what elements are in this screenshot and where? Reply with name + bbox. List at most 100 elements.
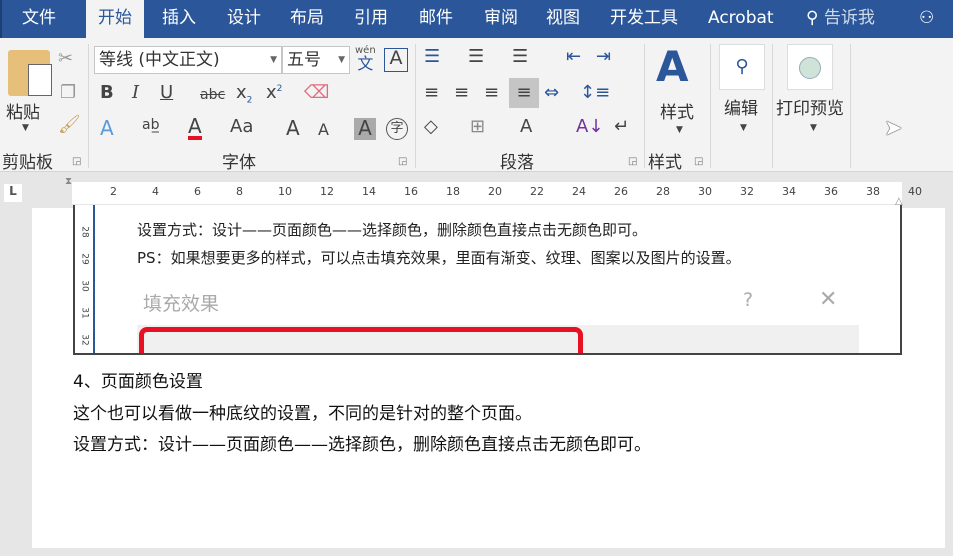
multilevel-list-icon[interactable]: ☰ [512, 48, 528, 66]
chevron-down-icon: ▼ [676, 125, 683, 135]
bullets-icon[interactable]: ☰ [424, 48, 440, 66]
distributed-icon[interactable]: ⇔ [544, 84, 559, 102]
tab-selector[interactable]: L [4, 184, 22, 202]
justify-icon[interactable]: ≡ [509, 78, 539, 108]
change-case-button[interactable]: Aa [230, 118, 253, 136]
ruler-number: 2 [110, 185, 117, 198]
character-shading-icon[interactable]: A [354, 118, 376, 140]
align-right-icon[interactable]: ≡ [484, 84, 499, 102]
dialog-launcher-icon[interactable]: ◲ [628, 156, 637, 167]
phonetic-guide-button[interactable]: wén 文 [355, 46, 376, 72]
subscript-icon[interactable]: x2 [236, 84, 252, 106]
vruler-number: 28 [79, 226, 90, 238]
group-label-font: 字体 [222, 153, 256, 173]
ruler-number: 16 [404, 185, 418, 198]
highlight-icon[interactable]: ab̲ [142, 118, 159, 132]
copy-icon[interactable]: ❐ [60, 84, 76, 102]
ruler-number: 32 [740, 185, 754, 198]
ribbon-tab-bar: 文件 开始 插入 设计 布局 引用 邮件 审阅 视图 开发工具 Acrobat … [0, 0, 953, 38]
tab-mailings[interactable]: 邮件 [407, 0, 465, 38]
italic-button[interactable]: I [132, 84, 139, 102]
tab-design[interactable]: 设计 [215, 0, 273, 38]
dialog-title: 填充效果 [143, 293, 220, 315]
embedded-screenshot: 28 29 30 31 32 设置方式：设计——页面颜色——选择颜色，删除颜色直接点击无… [73, 205, 902, 355]
underline-button[interactable]: U [160, 84, 173, 102]
paste-icon[interactable] [8, 50, 52, 96]
ruler-number: 4 [152, 185, 159, 198]
line-spacing-icon[interactable]: ↕≡ [580, 84, 610, 102]
shading-icon[interactable]: ◇ [424, 118, 438, 136]
borders-icon[interactable]: ⊞ [470, 118, 485, 136]
vruler-number: 29 [79, 253, 90, 265]
tab-developer[interactable]: 开发工具 [598, 0, 690, 38]
close-icon: ✕ [819, 287, 838, 312]
chevron-down-icon: ▼ [810, 123, 817, 133]
group-label-paragraph: 段落 [500, 153, 534, 173]
chevron-down-icon: ▼ [740, 123, 747, 133]
indent-marker[interactable]: ⧗ [65, 176, 72, 187]
heading-page-color: 4、页面颜色设置 [73, 372, 203, 392]
styles-button[interactable]: 样式 [660, 98, 694, 123]
chevron-down-icon: ▼ [22, 123, 29, 133]
enclose-characters-button[interactable]: 字 [386, 118, 408, 140]
vruler-number: 32 [79, 334, 90, 346]
dialog-launcher-icon[interactable]: ◲ [694, 156, 703, 167]
embedded-line-1: 设置方式：设计——页面颜色——选择颜色，删除颜色直接点击无颜色即可。 [137, 221, 648, 239]
ruler-number: 18 [446, 185, 460, 198]
strikethrough-button[interactable]: abc [200, 88, 225, 102]
tab-file[interactable]: 文件 [10, 0, 68, 38]
ruler-number: 8 [236, 185, 243, 198]
editing-button[interactable]: 编辑 [724, 94, 758, 119]
tab-review[interactable]: 审阅 [472, 0, 530, 38]
font-name-select[interactable]: 等线 (中文正文) ▼ [94, 46, 282, 74]
clear-formatting-icon[interactable]: ⌫ [304, 84, 329, 102]
tab-insert[interactable]: 插入 [150, 0, 208, 38]
ruler-number: 38 [866, 185, 880, 198]
tell-me-search[interactable]: ⚲ 告诉我 [794, 0, 887, 38]
paragraph-2: 设置方式：设计——页面颜色——选择颜色，删除颜色直接点击无颜色即可。 [73, 435, 651, 455]
print-preview-button[interactable]: 打印预览 [776, 94, 844, 119]
tab-layout[interactable]: 布局 [278, 0, 336, 38]
ruler-number: 26 [614, 185, 628, 198]
tab-acrobat[interactable]: Acrobat [696, 0, 786, 38]
ruler-number: 20 [488, 185, 502, 198]
ruler-number: 28 [656, 185, 670, 198]
asian-layout-icon[interactable]: A [520, 118, 532, 136]
print-preview-icon[interactable] [787, 44, 833, 90]
tab-view[interactable]: 视图 [534, 0, 592, 38]
format-painter-icon[interactable]: 🖌 [58, 116, 81, 134]
font-color-icon[interactable]: A [188, 116, 202, 140]
decrease-indent-icon[interactable]: ⇤ [566, 48, 581, 66]
shrink-font-icon[interactable]: A [318, 122, 329, 138]
show-marks-icon[interactable]: ↵ [614, 118, 629, 136]
align-left-icon[interactable]: ≡ [424, 84, 439, 102]
vruler-number: 30 [79, 280, 90, 292]
text-effects-icon[interactable]: A [100, 118, 114, 138]
paragraph-1: 这个也可以看做一种底纹的设置，不同的是针对的整个页面。 [73, 404, 532, 424]
tab-home[interactable]: 开始 [86, 0, 144, 38]
share-user-icon[interactable]: ⚇ [907, 0, 946, 38]
numbering-icon[interactable]: ☰ [468, 48, 484, 66]
ruler-number: 36 [824, 185, 838, 198]
tab-references[interactable]: 引用 [342, 0, 400, 38]
ruler-number: 34 [782, 185, 796, 198]
styles-icon[interactable]: A [656, 46, 689, 88]
ruler-number: 40 [908, 185, 922, 198]
superscript-icon[interactable]: x2 [266, 84, 282, 102]
find-icon[interactable]: ⚲ [719, 44, 765, 90]
font-size-select[interactable]: 五号 ▼ [282, 46, 350, 74]
paste-button[interactable]: 粘贴 [6, 98, 40, 123]
character-border-icon[interactable]: A [384, 48, 408, 72]
help-button: ? [743, 289, 754, 311]
grow-font-icon[interactable]: A [286, 118, 300, 138]
increase-indent-icon[interactable]: ⇥ [596, 48, 611, 66]
vruler-number: 31 [79, 307, 90, 319]
dialog-launcher-icon[interactable]: ◲ [398, 156, 407, 167]
ruler-number: 12 [320, 185, 334, 198]
cut-icon[interactable]: ✂ [58, 50, 73, 68]
dialog-launcher-icon[interactable]: ◲ [72, 156, 81, 167]
align-center-icon[interactable]: ≡ [454, 84, 469, 102]
vertical-ruler: 28 29 30 31 32 [75, 205, 95, 353]
bold-button[interactable]: B [100, 84, 114, 102]
sort-icon[interactable]: A↓ [576, 118, 603, 136]
